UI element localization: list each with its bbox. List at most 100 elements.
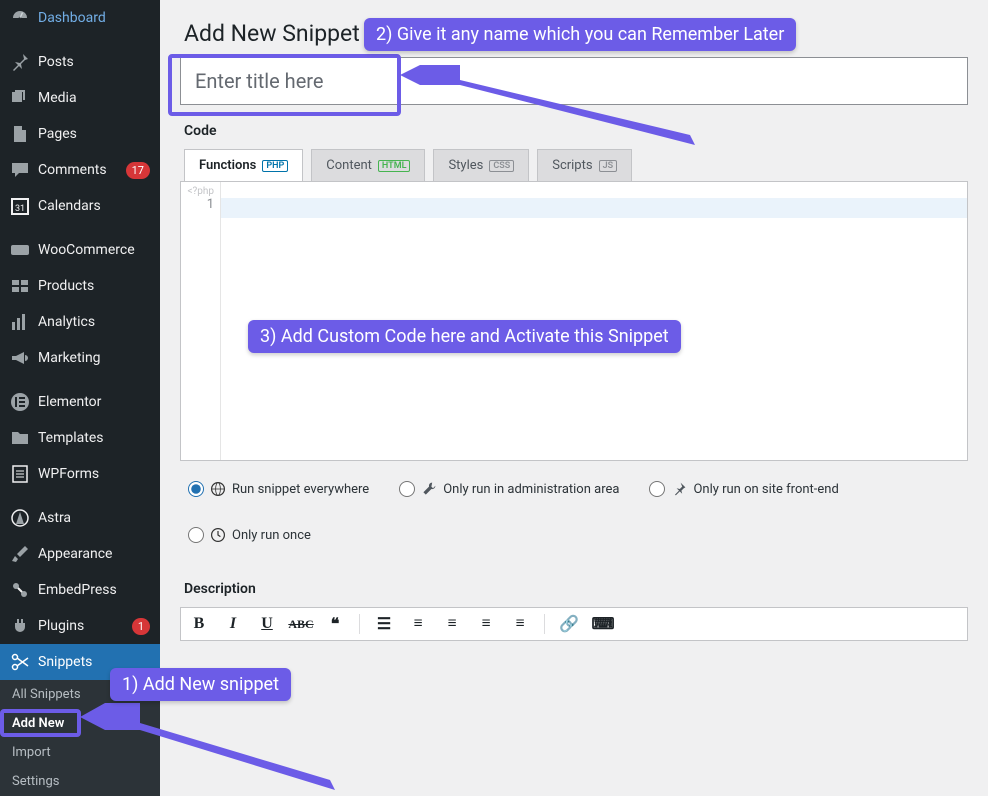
sidebar-item-label: Astra bbox=[38, 510, 150, 526]
sidebar-item-astra[interactable]: Astra bbox=[0, 500, 160, 536]
wrench-icon bbox=[421, 481, 437, 497]
sidebar-item-pages[interactable]: Pages bbox=[0, 116, 160, 152]
scope-everywhere[interactable]: Run snippet everywhere bbox=[188, 481, 369, 497]
scope-radio[interactable] bbox=[188, 527, 204, 543]
sidebar-item-plugins[interactable]: Plugins1 bbox=[0, 608, 160, 644]
scope-admin[interactable]: Only run in administration area bbox=[399, 481, 619, 497]
css-badge: CSS bbox=[489, 160, 514, 172]
tab-label: Functions bbox=[199, 158, 256, 173]
sidebar-item-label: Marketing bbox=[38, 350, 150, 366]
align-center-button[interactable]: ≡ bbox=[476, 614, 496, 634]
scope-frontend[interactable]: Only run on site front-end bbox=[649, 481, 838, 497]
analytics-icon bbox=[10, 312, 30, 332]
tab-label: Scripts bbox=[552, 158, 592, 173]
sidebar-item-label: Calendars bbox=[38, 198, 150, 214]
scope-label: Only run on site front-end bbox=[693, 482, 838, 497]
annotation-step3: 3) Add Custom Code here and Activate thi… bbox=[248, 320, 681, 353]
scope-label: Run snippet everywhere bbox=[232, 482, 369, 497]
elementor-icon bbox=[10, 392, 30, 412]
php-open-tag: <?php bbox=[181, 186, 214, 197]
link-button[interactable]: 🔗 bbox=[559, 614, 579, 634]
annotation-arrow-1 bbox=[80, 695, 340, 795]
megaphone-icon bbox=[10, 348, 30, 368]
comments-count-badge: 17 bbox=[126, 162, 150, 179]
align-left-button[interactable]: ≡ bbox=[442, 614, 462, 634]
strike-button[interactable]: ABC bbox=[291, 614, 311, 634]
calendar-icon: 31 bbox=[10, 196, 30, 216]
sidebar-item-appearance[interactable]: Appearance bbox=[0, 536, 160, 572]
html-badge: HTML bbox=[378, 160, 411, 172]
numbered-list-button[interactable]: ≡ bbox=[408, 614, 428, 634]
sidebar-item-label: Products bbox=[38, 278, 150, 294]
snippet-scope-options: Run snippet everywhere Only run in admin… bbox=[180, 461, 968, 563]
underline-button[interactable]: U bbox=[257, 614, 277, 634]
sidebar-item-label: Appearance bbox=[38, 546, 150, 562]
line-number: 1 bbox=[181, 197, 214, 212]
woocommerce-icon bbox=[10, 240, 30, 260]
svg-text:31: 31 bbox=[15, 204, 25, 214]
sidebar-item-label: WooCommerce bbox=[38, 242, 150, 258]
sidebar-item-analytics[interactable]: Analytics bbox=[0, 304, 160, 340]
tab-label: Styles bbox=[448, 158, 483, 173]
pin-icon bbox=[10, 52, 30, 72]
scope-radio[interactable] bbox=[188, 481, 204, 497]
quote-button[interactable]: ❝ bbox=[325, 614, 345, 634]
form-icon bbox=[10, 464, 30, 484]
description-toolbar: B I U ABC ❝ ☰ ≡ ≡ ≡ ≡ 🔗 ⌨ bbox=[180, 607, 968, 641]
sidebar-item-label: Elementor bbox=[38, 394, 150, 410]
annotation-step2: 2) Give it any name which you can Rememb… bbox=[364, 18, 796, 51]
php-badge: PHP bbox=[262, 160, 288, 172]
embed-icon bbox=[10, 580, 30, 600]
align-right-button[interactable]: ≡ bbox=[510, 614, 530, 634]
sidebar-item-embedpress[interactable]: EmbedPress bbox=[0, 572, 160, 608]
sidebar-item-posts[interactable]: Posts bbox=[0, 44, 160, 80]
tab-functions[interactable]: Functions PHP bbox=[184, 149, 303, 182]
annotation-arrow-2 bbox=[400, 60, 700, 160]
media-icon bbox=[10, 88, 30, 108]
sidebar-item-marketing[interactable]: Marketing bbox=[0, 340, 160, 376]
scissors-icon bbox=[10, 652, 30, 672]
sidebar-item-elementor[interactable]: Elementor bbox=[0, 384, 160, 420]
sidebar-item-label: Dashboard bbox=[38, 10, 150, 26]
scope-radio[interactable] bbox=[649, 481, 665, 497]
divider bbox=[544, 614, 545, 634]
sidebar-item-label: Comments bbox=[38, 162, 118, 178]
clock-icon bbox=[210, 527, 226, 543]
editor-gutter: <?php 1 bbox=[181, 182, 221, 460]
sidebar-item-label: Pages bbox=[38, 126, 150, 142]
tab-label: Content bbox=[326, 158, 372, 173]
scope-radio[interactable] bbox=[399, 481, 415, 497]
sidebar-item-woocommerce[interactable]: WooCommerce bbox=[0, 232, 160, 268]
folder-icon bbox=[10, 428, 30, 448]
bold-button[interactable]: B bbox=[189, 614, 209, 634]
sidebar-item-wpforms[interactable]: WPForms bbox=[0, 456, 160, 492]
sidebar-item-label: WPForms bbox=[38, 466, 150, 482]
sidebar-item-templates[interactable]: Templates bbox=[0, 420, 160, 456]
comment-icon bbox=[10, 160, 30, 180]
pushpin-icon bbox=[671, 481, 687, 497]
sidebar-item-label: Templates bbox=[38, 430, 150, 446]
italic-button[interactable]: I bbox=[223, 614, 243, 634]
scope-once[interactable]: Only run once bbox=[188, 527, 311, 543]
divider bbox=[359, 614, 360, 634]
sidebar-item-label: Media bbox=[38, 90, 150, 106]
sidebar-item-label: EmbedPress bbox=[38, 582, 150, 598]
description-section-label: Description bbox=[184, 581, 968, 597]
products-icon bbox=[10, 276, 30, 296]
keyboard-button[interactable]: ⌨ bbox=[593, 614, 613, 634]
sidebar-item-media[interactable]: Media bbox=[0, 80, 160, 116]
sidebar-item-products[interactable]: Products bbox=[0, 268, 160, 304]
annotation-step1: 1) Add New snippet bbox=[110, 668, 291, 701]
astra-icon bbox=[10, 508, 30, 528]
bullet-list-button[interactable]: ☰ bbox=[374, 614, 394, 634]
plugin-icon bbox=[10, 616, 30, 636]
sidebar-item-label: Plugins bbox=[38, 618, 124, 634]
js-badge: JS bbox=[599, 160, 618, 172]
page-icon bbox=[10, 124, 30, 144]
globe-icon bbox=[210, 481, 226, 497]
sidebar-item-comments[interactable]: Comments 17 bbox=[0, 152, 160, 188]
sidebar-item-dashboard[interactable]: Dashboard bbox=[0, 0, 160, 36]
sidebar-item-calendars[interactable]: 31 Calendars bbox=[0, 188, 160, 224]
sidebar-item-label: Analytics bbox=[38, 314, 150, 330]
dashboard-icon bbox=[10, 8, 30, 28]
